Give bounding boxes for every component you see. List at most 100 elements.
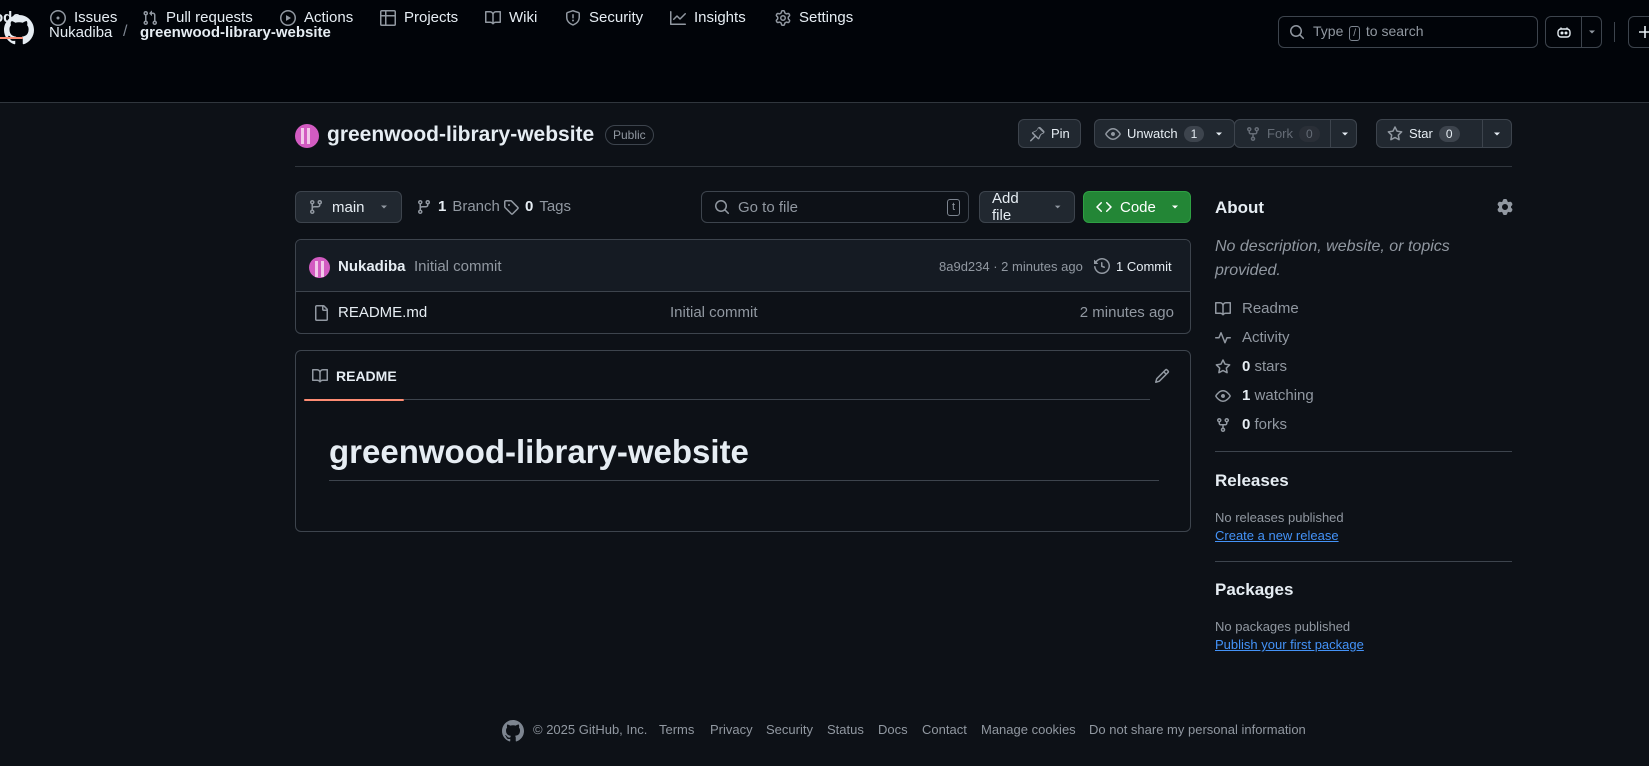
file-name[interactable]: README.md [338,304,427,321]
file-commit-message[interactable]: Initial commit [670,304,758,321]
file-table: Nukadiba Initial commit 8a9d234 · 2 minu… [295,239,1191,334]
book-icon [312,368,328,382]
tab-projects[interactable]: Projects [380,0,458,39]
tab-security-label: Security [589,9,644,26]
global-header: Nukadiba / greenwood-library-website Typ… [0,0,1649,103]
packages-empty-text: No packages published [1215,619,1351,634]
footer-link-status[interactable]: Status [827,722,864,737]
file-commit-time: 2 minutes ago [1079,304,1174,321]
unwatch-label: Unwatch [1127,126,1178,141]
sidebar-divider [1215,561,1512,562]
publish-package-link[interactable]: Publish your first package [1215,637,1364,652]
pin-icon [1030,126,1045,141]
tab-pull-requests[interactable]: Pull requests [142,0,253,39]
code-button[interactable]: Code [1083,191,1191,223]
footer-link-docs[interactable]: Docs [878,722,908,737]
create-new-button[interactable] [1628,16,1649,48]
gear-icon[interactable] [1497,199,1513,215]
add-file-button[interactable]: Add file [979,190,1075,224]
history-icon [1094,258,1110,274]
star-button[interactable]: Star 0 [1376,119,1512,148]
packages-title[interactable]: Packages [1215,580,1293,600]
header-divider [1614,22,1615,42]
fork-dropdown[interactable] [1329,120,1359,147]
branch-count: 1 [438,198,447,215]
readme-tab-label: README [336,367,397,384]
github-logo-icon[interactable] [502,720,524,742]
tab-settings[interactable]: Settings [775,0,853,39]
tag-count: 0 [525,198,534,215]
fork-button[interactable]: Fork 0 [1234,119,1357,148]
tab-settings-label: Settings [799,9,854,26]
footer-link-manage-cookies[interactable]: Manage cookies [981,722,1076,737]
readme-heading: greenwood-library-website [329,433,1159,481]
commit-author[interactable]: Nukadiba [338,258,406,275]
branch-name: main [332,198,365,216]
copilot-icon[interactable] [1546,17,1582,47]
pull-request-icon [143,10,158,25]
unwatch-button[interactable]: Unwatch 1 [1094,119,1236,148]
commit-message[interactable]: Initial commit [414,258,502,275]
go-to-file-input[interactable]: Go to file t [701,191,969,223]
branches-link[interactable]: 1 Branch [416,198,500,215]
pin-button[interactable]: Pin [1018,119,1081,148]
tab-actions-label: Actions [304,9,354,26]
add-file-label: Add file [992,190,1019,224]
search-hint-post: to search [1365,23,1424,39]
tab-code[interactable]: ode [0,0,23,39]
releases-empty-text: No releases published [1215,510,1344,525]
branch-selector[interactable]: main [295,191,402,223]
sidebar-item-forks[interactable]: 0 forks [1215,416,1287,433]
readme-tab[interactable]: README [304,351,404,401]
code-icon [1096,201,1112,213]
pin-label: Pin [1051,126,1070,141]
global-search-input[interactable]: Type / to search [1278,16,1538,48]
issue-icon [50,9,66,26]
table-icon [380,9,396,26]
chevron-down-icon [380,205,387,209]
sidebar-item-watching[interactable]: 1 watching [1215,387,1314,404]
tab-issues[interactable]: Issues [50,0,117,39]
tab-security[interactable]: Security [565,0,643,39]
create-release-link[interactable]: Create a new release [1215,528,1339,543]
pulse-icon [1215,331,1231,343]
chevron-down-icon [1054,205,1061,209]
pencil-icon[interactable] [1154,368,1170,384]
go-to-file-placeholder: Go to file [738,198,799,216]
tags-link[interactable]: 0 Tags [503,198,571,215]
graph-icon [670,10,686,25]
footer-link-security[interactable]: Security [766,722,813,737]
footer-link-terms[interactable]: Terms [659,722,694,737]
play-icon [280,9,296,26]
sidebar-item-stars[interactable]: 0 stars [1215,358,1287,375]
table-row[interactable]: README.md Initial commit 2 minutes ago [296,292,1190,333]
sidebar-item-activity[interactable]: Activity [1215,329,1290,346]
footer-link-do-not-share[interactable]: Do not share my personal information [1089,722,1306,737]
footer-link-contact[interactable]: Contact [922,722,967,737]
tab-insights[interactable]: Insights [670,0,746,39]
sidebar-item-readme[interactable]: Readme [1215,300,1299,317]
fork-icon [1247,126,1259,141]
tag-count-label: Tags [539,198,572,215]
repo-title[interactable]: greenwood-library-website [327,123,594,147]
commit-hash-time[interactable]: 8a9d234 · 2 minutes ago [939,259,1083,274]
chevron-down-icon [1171,205,1178,209]
releases-title[interactable]: Releases [1215,471,1289,491]
branch-icon [309,200,322,215]
avatar[interactable] [295,124,319,148]
copilot-button[interactable] [1545,16,1602,48]
star-counter: 0 [1438,125,1460,142]
chevron-down-icon[interactable] [1582,17,1601,47]
chevron-down-icon [1216,132,1223,135]
tag-icon [504,199,519,215]
search-icon [1290,25,1305,40]
book-icon [1215,301,1231,315]
footer-link-privacy[interactable]: Privacy [710,722,753,737]
commits-link[interactable]: 1 Commit [1094,258,1172,274]
tab-actions[interactable]: Actions [280,0,353,39]
star-dropdown[interactable] [1482,120,1511,147]
avatar[interactable] [309,257,330,278]
commit-count: 1 Commit [1116,258,1172,274]
fork-label: Fork [1267,126,1293,141]
tab-wiki[interactable]: Wiki [485,0,537,39]
